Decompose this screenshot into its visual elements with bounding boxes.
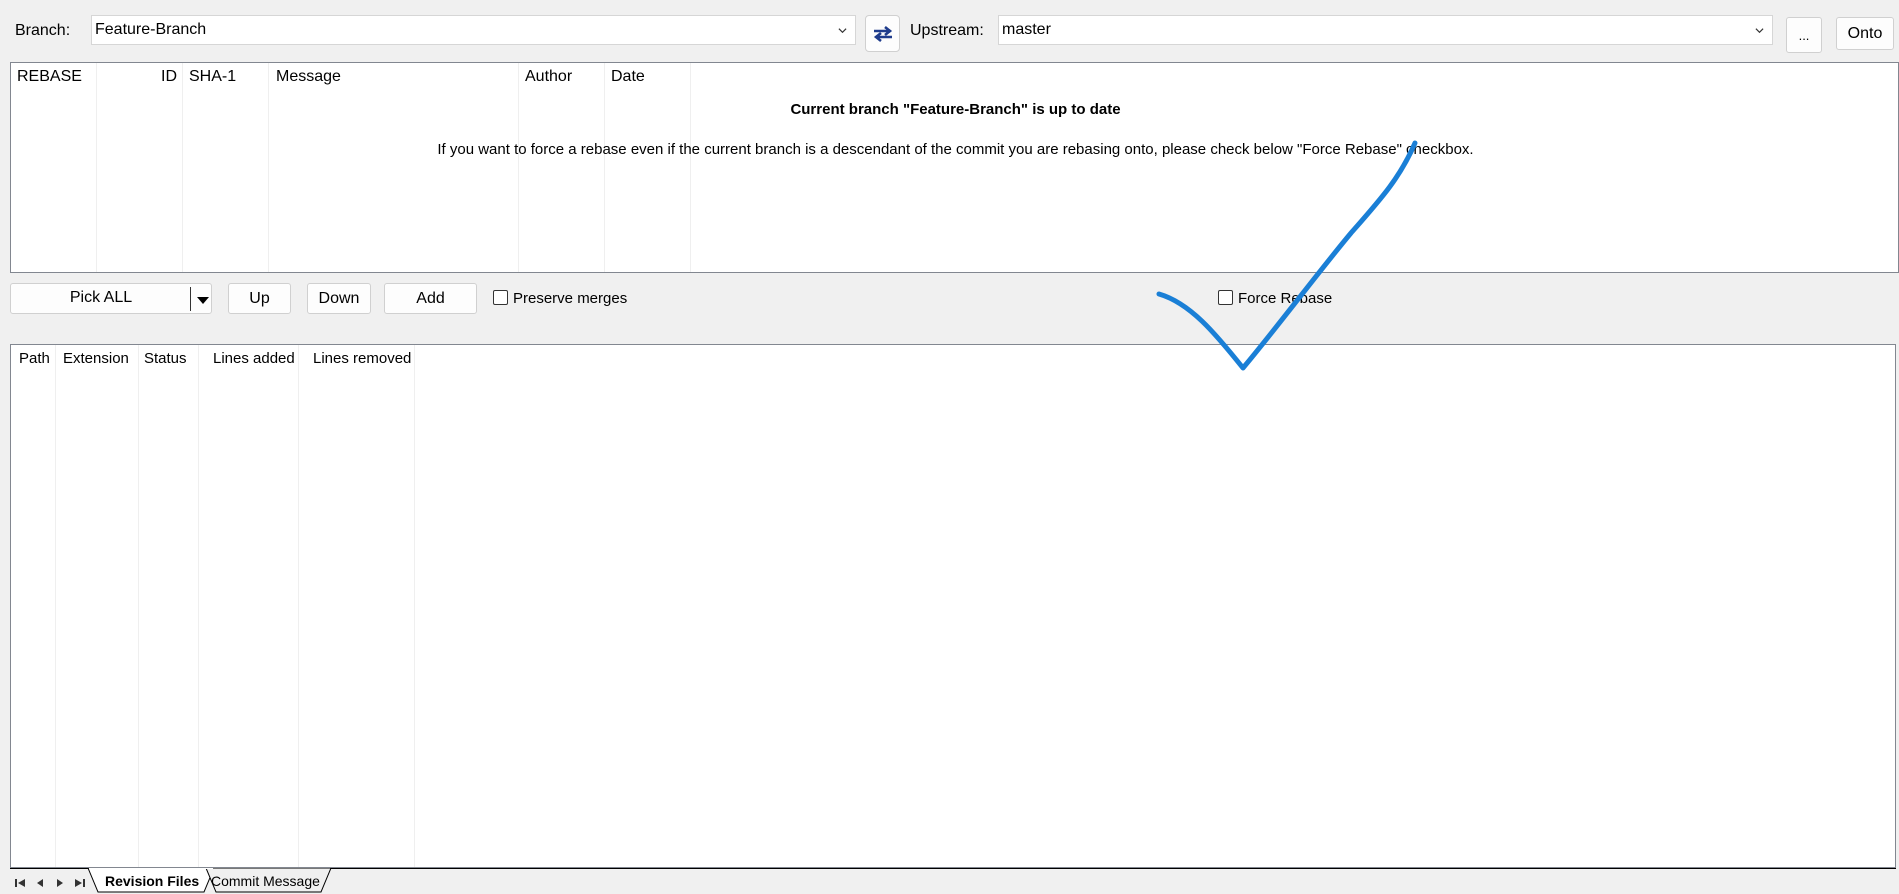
- previous-tab-icon[interactable]: [34, 877, 46, 889]
- split-divider: [190, 287, 191, 311]
- onto-button-label: Onto: [1847, 25, 1883, 42]
- upstream-select[interactable]: master: [998, 15, 1773, 45]
- status-message: If you want to force a rebase even if th…: [437, 141, 1474, 158]
- preserve-merges-checkbox[interactable]: [493, 290, 508, 305]
- column-header-date[interactable]: Date: [611, 67, 645, 87]
- dropdown-arrow-icon[interactable]: [197, 294, 209, 306]
- column-header-rebase[interactable]: REBASE: [17, 67, 82, 87]
- first-tab-icon[interactable]: [14, 877, 26, 889]
- column-divider: [182, 63, 183, 272]
- chevron-down-icon: [838, 28, 847, 34]
- branch-select[interactable]: Feature-Branch: [91, 15, 856, 45]
- add-button-label: Add: [416, 290, 445, 307]
- column-divider: [518, 63, 519, 272]
- column-header-id[interactable]: ID: [161, 67, 177, 87]
- tab-revision-files[interactable]: Revision Files: [105, 873, 199, 889]
- column-header-lines-removed[interactable]: Lines removed: [313, 349, 411, 369]
- last-tab-icon[interactable]: [74, 877, 86, 889]
- bottom-tab-strip: Revision Files Commit Message: [0, 868, 1899, 894]
- column-divider: [55, 345, 56, 867]
- column-divider: [298, 345, 299, 867]
- chevron-down-icon: [1755, 28, 1764, 34]
- upstream-select-value: master: [1002, 21, 1051, 38]
- down-button-label: Down: [318, 290, 360, 307]
- force-rebase-checkbox[interactable]: [1218, 290, 1233, 305]
- column-divider: [198, 345, 199, 867]
- pick-all-split-button[interactable]: Pick ALL: [10, 283, 212, 314]
- pick-all-label[interactable]: Pick ALL: [11, 289, 191, 307]
- browse-button-label: ...: [1798, 28, 1810, 43]
- commits-grid[interactable]: REBASE ID SHA-1 Message Author Date Curr…: [10, 62, 1899, 273]
- swap-branches-button[interactable]: [865, 15, 900, 52]
- branch-label: Branch:: [15, 22, 71, 39]
- column-header-extension[interactable]: Extension: [63, 349, 129, 369]
- column-divider: [138, 345, 139, 867]
- force-rebase-label[interactable]: Force Rebase: [1238, 289, 1332, 309]
- onto-button[interactable]: Onto: [1836, 17, 1894, 50]
- preserve-merges-label[interactable]: Preserve merges: [513, 289, 627, 309]
- add-button[interactable]: Add: [384, 283, 477, 314]
- tab-commit-message[interactable]: Commit Message: [211, 873, 320, 889]
- status-title: Current branch "Feature-Branch" is up to…: [790, 101, 1121, 118]
- swap-arrows-icon: [873, 25, 893, 43]
- column-header-status[interactable]: Status: [144, 349, 187, 369]
- column-divider: [690, 63, 691, 272]
- column-header-sha1[interactable]: SHA-1: [189, 67, 236, 87]
- column-header-message[interactable]: Message: [276, 67, 341, 87]
- next-tab-icon[interactable]: [54, 877, 66, 889]
- up-button-label: Up: [249, 290, 270, 307]
- column-header-author[interactable]: Author: [525, 67, 572, 87]
- column-divider: [96, 63, 97, 272]
- column-header-path[interactable]: Path: [19, 349, 50, 369]
- column-divider: [414, 345, 415, 867]
- up-button[interactable]: Up: [228, 283, 291, 314]
- upstream-label: Upstream:: [910, 22, 984, 39]
- column-divider: [604, 63, 605, 272]
- branch-select-value: Feature-Branch: [95, 21, 207, 38]
- column-divider: [268, 63, 269, 272]
- down-button[interactable]: Down: [307, 283, 371, 314]
- files-grid[interactable]: Path Extension Status Lines added Lines …: [10, 344, 1896, 868]
- browse-button[interactable]: ...: [1786, 17, 1822, 53]
- column-header-lines-added[interactable]: Lines added: [213, 349, 295, 369]
